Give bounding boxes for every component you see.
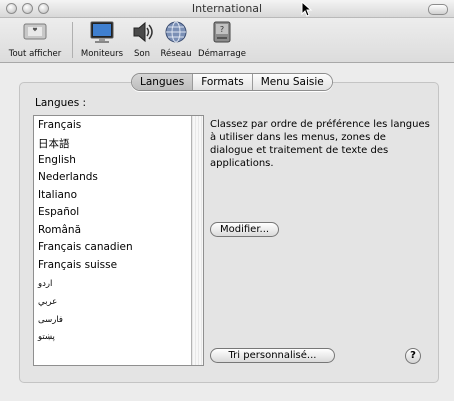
help-button[interactable]: ? (405, 348, 421, 364)
toolbar-sound[interactable]: Son (128, 20, 156, 59)
custom-sort-button[interactable]: Tri personnalisé... (210, 348, 335, 363)
window-title: International (191, 2, 263, 15)
toolbar: Tout afficher Moniteurs Son Réseau ? Dém… (0, 18, 454, 63)
displays-icon (90, 21, 114, 43)
network-icon (165, 21, 187, 43)
toolbar-network[interactable]: Réseau (159, 20, 193, 59)
list-item[interactable]: 日本語 (38, 136, 70, 151)
list-item[interactable]: Français (38, 119, 81, 131)
list-item[interactable]: فارسی (38, 315, 63, 325)
list-item[interactable]: عربي (38, 297, 57, 307)
toolbar-network-label: Réseau (160, 49, 192, 59)
list-item[interactable]: Español (38, 206, 79, 218)
international-window: International Tout afficher Moniteurs So… (0, 0, 454, 401)
languages-description: Classez par ordre de préférence les lang… (210, 119, 430, 169)
modify-button[interactable]: Modifier... (210, 222, 280, 237)
languages-label: Langues : (35, 97, 87, 109)
languages-list[interactable]: Français 日本語 English Nederlands Italiano… (33, 115, 204, 366)
toolbar-separator (72, 22, 73, 58)
list-item[interactable]: Français canadien (38, 241, 133, 253)
toolbar-displays-label: Moniteurs (80, 49, 124, 59)
list-item[interactable]: Română (38, 224, 81, 236)
sound-icon (133, 21, 153, 43)
list-item[interactable]: اردو (38, 279, 52, 289)
toolbar-displays[interactable]: Moniteurs (80, 20, 124, 59)
list-item[interactable]: Nederlands (38, 171, 98, 183)
tab-input-menu[interactable]: Menu Saisie (252, 74, 332, 90)
toolbar-toggle-button[interactable] (428, 4, 448, 15)
title-bar[interactable]: International (0, 0, 454, 18)
startup-disk-icon: ? (213, 21, 231, 43)
list-item[interactable]: Français suisse (38, 259, 117, 271)
toolbar-startup-disk[interactable]: ? Démarrage (198, 20, 246, 59)
toolbar-sound-label: Son (134, 49, 150, 59)
show-all-icon (23, 23, 47, 40)
list-item[interactable]: پښتو (38, 332, 55, 342)
toolbar-show-all-label: Tout afficher (8, 49, 62, 59)
list-item[interactable]: English (38, 154, 76, 166)
list-item[interactable]: Italiano (38, 189, 77, 201)
list-scrollbar[interactable] (191, 116, 203, 365)
svg-text:?: ? (220, 25, 224, 34)
tab-languages[interactable]: Langues (132, 74, 194, 90)
mouse-pointer-icon (301, 1, 313, 17)
toolbar-startup-disk-label: Démarrage (198, 49, 246, 59)
tab-formats[interactable]: Formats (193, 74, 253, 90)
tab-bar: Langues Formats Menu Saisie (131, 73, 333, 91)
toolbar-show-all[interactable]: Tout afficher (6, 20, 64, 59)
